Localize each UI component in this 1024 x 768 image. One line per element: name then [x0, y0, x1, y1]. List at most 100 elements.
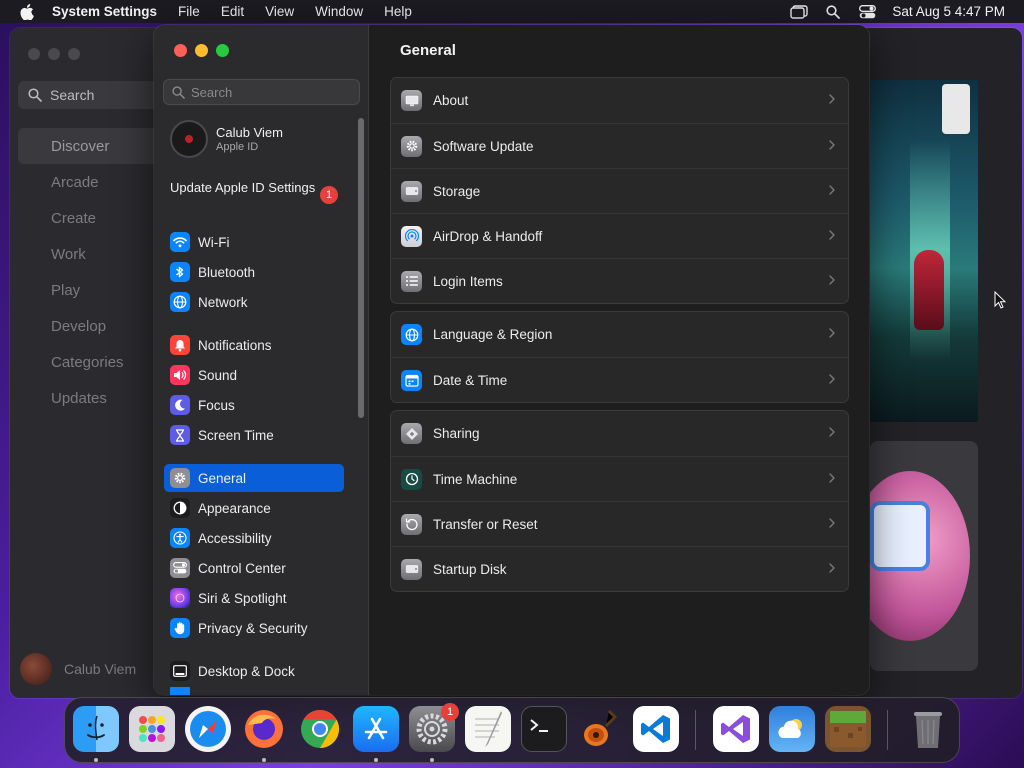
sidebar-item-label: Accessibility: [198, 530, 272, 546]
nav-updates[interactable]: Updates: [18, 380, 168, 416]
sidebar-item-label: Privacy & Security: [198, 620, 308, 636]
display-icon: [170, 687, 190, 695]
apple-menu-icon[interactable]: [18, 3, 36, 20]
sidebar-scrollbar[interactable]: [358, 118, 364, 418]
dock-trash[interactable]: [905, 706, 951, 752]
sidebar-item-siri-spotlight[interactable]: Siri & Spotlight: [164, 584, 344, 612]
close-button[interactable]: [174, 44, 187, 57]
nav-work[interactable]: Work: [18, 236, 168, 272]
startup-disk-icon: [401, 558, 422, 580]
sidebar-item-privacy-security[interactable]: Privacy & Security: [164, 614, 344, 642]
dock-chrome[interactable]: [297, 706, 343, 752]
sidebar-item-network[interactable]: Network: [164, 288, 344, 316]
dock-firefox[interactable]: [241, 706, 287, 752]
avatar: [20, 653, 52, 685]
row-startup-disk[interactable]: Startup Disk: [391, 546, 848, 591]
menu-clock[interactable]: Sat Aug 5 4:47 PM: [892, 4, 1005, 19]
dock-textedit[interactable]: [465, 706, 511, 752]
row-language-region[interactable]: Language & Region: [391, 312, 848, 357]
dock-app-store[interactable]: [353, 706, 399, 752]
app-store-minimize-button[interactable]: [48, 48, 60, 60]
menu-bar: System Settings File Edit View Window He…: [0, 0, 1024, 23]
mouse-cursor-icon: [994, 291, 1006, 309]
row-time-machine[interactable]: Time Machine: [391, 456, 848, 501]
page-title: General: [400, 42, 456, 59]
row-software-update[interactable]: Software Update: [391, 123, 848, 168]
dock-minecraft[interactable]: [825, 706, 871, 752]
dock-vscode[interactable]: [633, 706, 679, 752]
dock-terminal[interactable]: [521, 706, 567, 752]
control-center-menu-icon[interactable]: [858, 4, 876, 20]
appearance-icon: [170, 498, 190, 518]
row-login-items[interactable]: Login Items: [391, 258, 848, 303]
chevron-right-icon: [829, 473, 835, 483]
sidebar-item-wifi[interactable]: Wi-Fi: [164, 228, 344, 256]
dock-garageband[interactable]: [577, 706, 623, 752]
nav-arcade[interactable]: Arcade: [18, 164, 168, 200]
dock-running-indicator: [94, 758, 98, 762]
dock-weather[interactable]: [769, 706, 815, 752]
row-storage[interactable]: Storage: [391, 168, 848, 213]
update-apple-id-settings[interactable]: Update Apple ID Settings: [170, 180, 340, 196]
sidebar-search[interactable]: [163, 79, 360, 105]
sidebar-item-label: Appearance: [198, 500, 271, 516]
settings-sidebar: Calub Viem Apple ID Update Apple ID Sett…: [154, 25, 369, 695]
row-label: Storage: [433, 183, 481, 199]
dock-finder[interactable]: [73, 706, 119, 752]
featured-game-artwork[interactable]: [870, 80, 978, 422]
sidebar-item-label: Siri & Spotlight: [198, 590, 287, 606]
sidebar-item-notifications[interactable]: Notifications: [164, 331, 344, 359]
row-date-time[interactable]: Date & Time: [391, 357, 848, 402]
sidebar-item-partial[interactable]: [164, 687, 344, 695]
sidebar-item-label: Focus: [198, 397, 235, 413]
app-store-search-field[interactable]: Search: [18, 81, 168, 109]
apple-id-account[interactable]: Calub Viem Apple ID: [170, 120, 283, 158]
dock-visual-studio[interactable]: [713, 706, 759, 752]
nav-play[interactable]: Play: [18, 272, 168, 308]
sidebar-item-sound[interactable]: Sound: [164, 361, 344, 389]
menu-app-name[interactable]: System Settings: [52, 4, 157, 19]
sidebar-item-screen-time[interactable]: Screen Time: [164, 421, 344, 449]
vscode-icon: [641, 715, 670, 743]
row-about[interactable]: About: [391, 78, 848, 123]
menu-view[interactable]: View: [265, 4, 294, 19]
login-items-icon: [401, 270, 422, 292]
nav-categories[interactable]: Categories: [18, 344, 168, 380]
nav-develop[interactable]: Develop: [18, 308, 168, 344]
sidebar-item-general[interactable]: General: [164, 464, 344, 492]
sidebar-item-bluetooth[interactable]: Bluetooth: [164, 258, 344, 286]
textedit-icon: [475, 711, 502, 747]
siri-icon: [170, 588, 190, 608]
zoom-button[interactable]: [216, 44, 229, 57]
sidebar-item-control-center[interactable]: Control Center: [164, 554, 344, 582]
settings-group-3: Sharing Time Machine Transfer or Reset S…: [390, 410, 849, 592]
row-sharing[interactable]: Sharing: [391, 411, 848, 456]
minimize-button[interactable]: [195, 44, 208, 57]
chevron-right-icon: [829, 328, 835, 338]
featured-app-artwork[interactable]: [870, 441, 978, 671]
sidebar-item-focus[interactable]: Focus: [164, 391, 344, 419]
menu-window[interactable]: Window: [315, 4, 363, 19]
dock-launchpad[interactable]: [129, 706, 175, 752]
menu-help[interactable]: Help: [384, 4, 412, 19]
app-store-zoom-button[interactable]: [68, 48, 80, 60]
sidebar-item-appearance[interactable]: Appearance: [164, 494, 344, 522]
nav-discover[interactable]: Discover: [18, 128, 168, 164]
sidebar-item-desktop-dock[interactable]: Desktop & Dock: [164, 657, 344, 685]
app-store-user[interactable]: Calub Viem: [20, 653, 136, 685]
sidebar-item-accessibility[interactable]: Accessibility: [164, 524, 344, 552]
search-input[interactable]: [191, 84, 351, 100]
bluetooth-icon: [170, 262, 190, 282]
spotlight-search-icon[interactable]: [824, 4, 842, 20]
menu-edit[interactable]: Edit: [221, 4, 244, 19]
row-airdrop-handoff[interactable]: AirDrop & Handoff: [391, 213, 848, 258]
app-store-close-button[interactable]: [28, 48, 40, 60]
sidebar-item-label: Desktop & Dock: [198, 663, 295, 679]
dock-safari[interactable]: [185, 706, 231, 752]
system-settings-window: Calub Viem Apple ID Update Apple ID Sett…: [154, 25, 869, 695]
nav-create[interactable]: Create: [18, 200, 168, 236]
stage-manager-icon[interactable]: [790, 4, 809, 20]
menu-file[interactable]: File: [178, 4, 200, 19]
app-store-traffic-lights: [28, 48, 80, 60]
row-transfer-reset[interactable]: Transfer or Reset: [391, 501, 848, 546]
